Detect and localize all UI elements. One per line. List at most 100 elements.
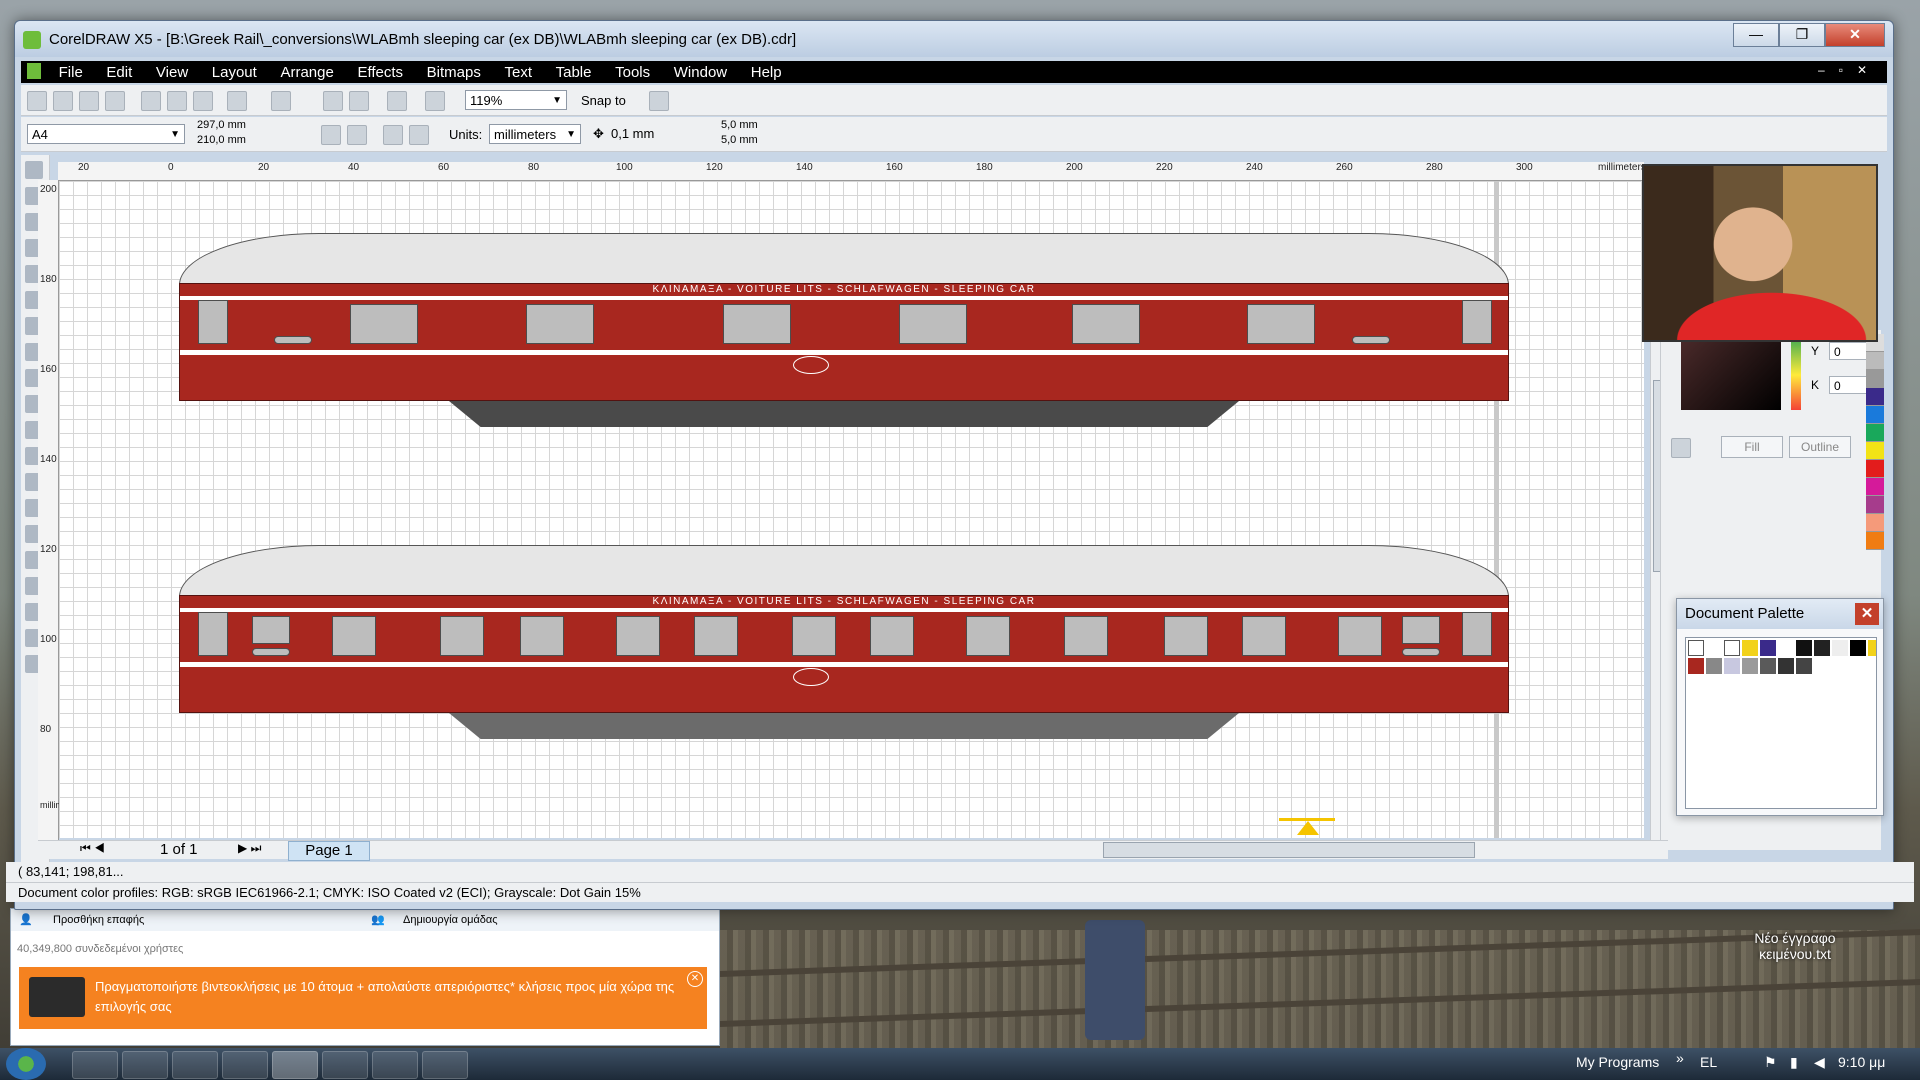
open-icon[interactable] — [53, 91, 73, 111]
horizontal-scroll-thumb[interactable] — [1103, 842, 1475, 858]
color-picker-square[interactable] — [1681, 340, 1781, 410]
menu-layout[interactable]: Layout — [202, 61, 267, 82]
fill-button[interactable]: Fill — [1721, 436, 1783, 458]
menu-table[interactable]: Table — [546, 61, 602, 82]
palette-swatch[interactable] — [1866, 460, 1884, 478]
palette-swatch[interactable] — [1688, 658, 1704, 674]
page-nav-forward-icon[interactable]: ▶ ⏭ — [238, 841, 261, 856]
palette-menu-icon[interactable] — [1688, 640, 1704, 656]
title-bar[interactable]: CorelDRAW X5 - [B:\Greek Rail\_conversio… — [15, 21, 1893, 57]
vertical-ruler[interactable]: 200 180 160 140 120 100 80 millimeters — [38, 180, 83, 840]
my-programs-toolbar[interactable]: My Programs — [1576, 1054, 1659, 1070]
palette-swatch[interactable] — [1850, 640, 1866, 656]
options-icon[interactable] — [649, 91, 669, 111]
cut-icon[interactable] — [141, 91, 161, 111]
horizontal-ruler[interactable]: 20 0 20 40 60 80 100 120 140 160 180 200… — [58, 162, 1646, 181]
lock-icon[interactable] — [1671, 438, 1691, 458]
palette-swatch[interactable] — [1814, 640, 1830, 656]
palette-swatch[interactable] — [1778, 640, 1794, 656]
palette-swatch[interactable] — [1796, 640, 1812, 656]
taskbar-screen-capture-icon[interactable] — [422, 1051, 468, 1079]
menu-tools[interactable]: Tools — [605, 61, 660, 82]
menu-effects[interactable]: Effects — [347, 61, 413, 82]
palette-swatch[interactable] — [1760, 658, 1776, 674]
taskbar-app-icon[interactable] — [322, 1051, 368, 1079]
k-field[interactable]: 0 — [1829, 376, 1869, 394]
palette-swatch[interactable] — [1832, 640, 1848, 656]
save-icon[interactable] — [79, 91, 99, 111]
portrait-icon[interactable] — [321, 125, 341, 145]
palette-swatch[interactable] — [1866, 478, 1884, 496]
create-group-link[interactable]: Δημιουργία ομάδας — [403, 909, 498, 931]
menu-bitmaps[interactable]: Bitmaps — [417, 61, 491, 82]
start-button[interactable] — [6, 1048, 46, 1080]
taskbar-media-player-icon[interactable] — [172, 1051, 218, 1079]
palette-swatch[interactable] — [1760, 640, 1776, 656]
taskbar-skype-icon[interactable] — [372, 1051, 418, 1079]
document-palette-close-button[interactable]: ✕ — [1855, 603, 1879, 625]
create-group-icon[interactable]: 👥 — [371, 909, 385, 931]
paste-icon[interactable] — [193, 91, 213, 111]
language-indicator[interactable]: EL — [1700, 1054, 1717, 1070]
palette-swatch[interactable] — [1866, 442, 1884, 460]
palette-swatch[interactable] — [1724, 658, 1740, 674]
duplicate-distance-x-field[interactable]: 5,0 mm — [721, 119, 758, 131]
current-page-icon[interactable] — [409, 125, 429, 145]
y-field[interactable]: 0 — [1829, 342, 1869, 360]
document-icon[interactable] — [27, 63, 41, 79]
print-icon[interactable] — [105, 91, 125, 111]
taskbar-firefox-icon[interactable] — [122, 1051, 168, 1079]
units-combo[interactable]: millimeters ▼ — [489, 124, 581, 144]
palette-swatch[interactable] — [1866, 514, 1884, 532]
minimize-button[interactable]: — — [1733, 23, 1779, 47]
palette-swatch[interactable] — [1868, 640, 1876, 656]
menu-help[interactable]: Help — [741, 61, 792, 82]
no-color-swatch[interactable] — [1724, 640, 1740, 656]
color-hue-slider[interactable] — [1791, 340, 1801, 410]
page-tab[interactable]: Page 1 — [288, 841, 370, 861]
document-palette-header[interactable]: Document Palette ✕ — [1677, 599, 1883, 629]
taskbar-explorer-icon[interactable] — [72, 1051, 118, 1079]
maximize-button[interactable]: ❐ — [1779, 23, 1825, 47]
color-profiles-text[interactable]: Document color profiles: RGB: sRGB IEC61… — [18, 885, 641, 900]
undo-icon[interactable] — [227, 91, 247, 111]
page-height-field[interactable]: 210,0 mm — [197, 134, 246, 146]
palette-swatch[interactable] — [1866, 424, 1884, 442]
palette-swatch[interactable] — [1866, 370, 1884, 388]
eyedropper-icon[interactable] — [1706, 640, 1722, 656]
page-width-field[interactable]: 297,0 mm — [197, 119, 246, 131]
menu-view[interactable]: View — [146, 61, 198, 82]
palette-swatch[interactable] — [1706, 658, 1722, 674]
add-contact-icon[interactable]: 👤 — [19, 909, 33, 931]
system-clock[interactable]: 9:10 μμ — [1838, 1054, 1885, 1070]
palette-swatch[interactable] — [1742, 658, 1758, 674]
menu-file[interactable]: File — [49, 61, 93, 82]
palette-swatch[interactable] — [1796, 658, 1812, 674]
palette-swatch[interactable] — [1866, 352, 1884, 370]
document-window-controls[interactable]: –▫✕ — [1818, 63, 1881, 77]
export-icon[interactable] — [349, 91, 369, 111]
welcome-screen-icon[interactable] — [425, 91, 445, 111]
palette-swatch[interactable] — [1742, 640, 1758, 656]
application-launcher-icon[interactable] — [387, 91, 407, 111]
promo-close-icon[interactable]: ✕ — [687, 971, 703, 987]
palette-swatch[interactable] — [1778, 658, 1794, 674]
palette-swatch[interactable] — [1866, 388, 1884, 406]
menu-text[interactable]: Text — [494, 61, 542, 82]
outline-button[interactable]: Outline — [1789, 436, 1851, 458]
redo-icon[interactable] — [271, 91, 291, 111]
close-button[interactable]: ✕ — [1825, 23, 1885, 47]
palette-swatch[interactable] — [1866, 532, 1884, 550]
taskbar-coreldraw-icon[interactable] — [272, 1051, 318, 1079]
nudge-distance-field[interactable]: 0,1 mm — [611, 126, 654, 141]
taskbar-folder-icon[interactable] — [222, 1051, 268, 1079]
page-nav-buttons-icon[interactable]: ⏮ ◀ — [80, 841, 105, 856]
menu-arrange[interactable]: Arrange — [270, 61, 343, 82]
zoom-levels-combo[interactable]: 119% ▼ — [465, 90, 567, 110]
menu-window[interactable]: Window — [664, 61, 737, 82]
all-pages-icon[interactable] — [383, 125, 403, 145]
copy-icon[interactable] — [167, 91, 187, 111]
add-contact-link[interactable]: Προσθήκη επαφής — [53, 909, 144, 931]
action-center-flag-icon[interactable]: ⚑ — [1764, 1054, 1777, 1071]
palette-swatch[interactable] — [1866, 406, 1884, 424]
